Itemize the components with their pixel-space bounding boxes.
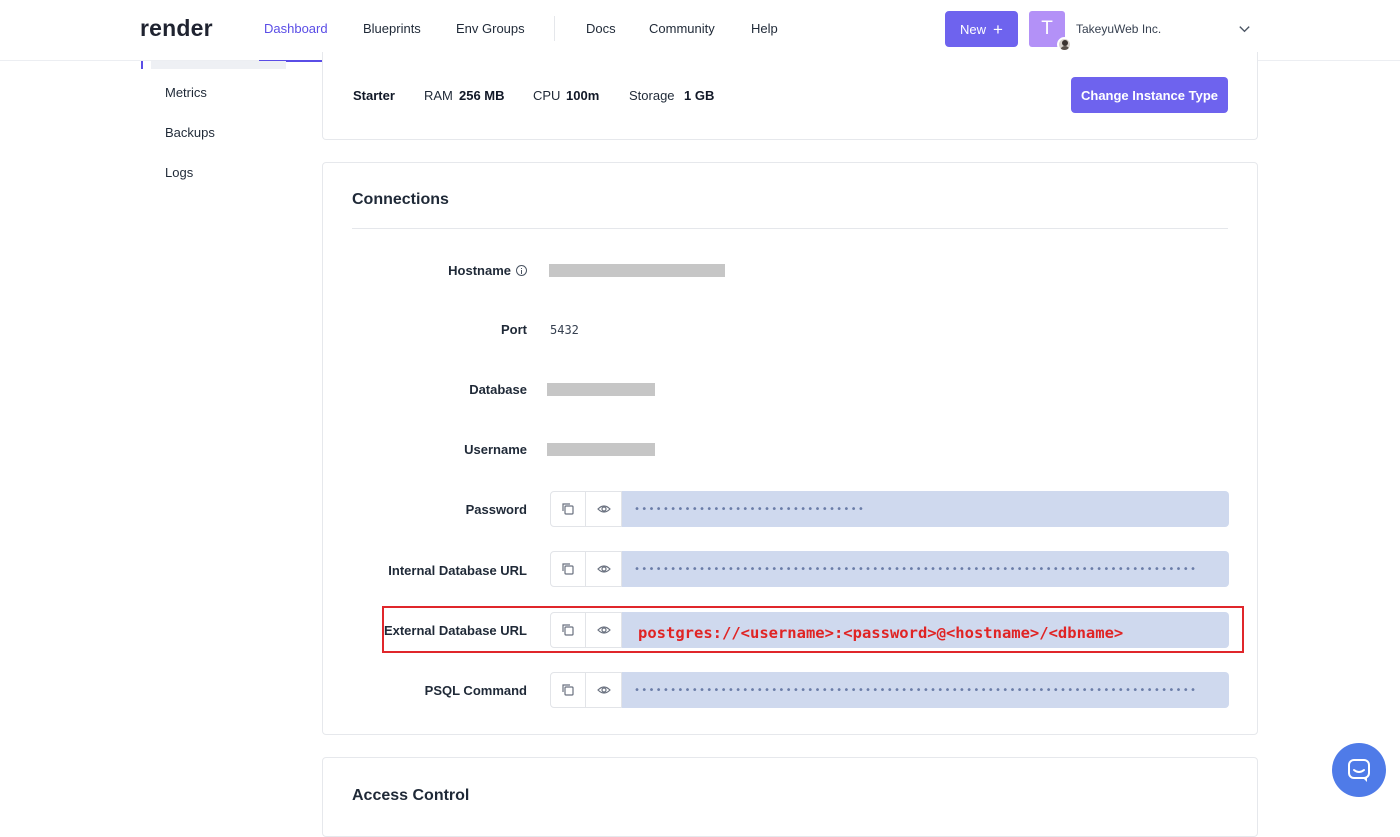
internal-url-label: Internal Database URL [388, 563, 527, 578]
nav-community[interactable]: Community [649, 21, 715, 36]
username-value-redacted [547, 443, 655, 456]
psql-command-masked-value[interactable]: ••••••••••••••••••••••••••••••••••••••••… [622, 672, 1229, 708]
nav-env-groups[interactable]: Env Groups [456, 21, 525, 36]
database-label: Database [469, 382, 527, 397]
reveal-button[interactable] [586, 491, 622, 527]
storage-label: Storage [629, 88, 675, 103]
copy-button[interactable] [550, 672, 586, 708]
cpu-label: CPU [533, 88, 561, 103]
database-value-redacted [547, 383, 655, 396]
hostname-value-redacted [549, 264, 725, 277]
eye-icon [596, 565, 611, 573]
ram-label: RAM [424, 88, 453, 103]
sidebar-active-indicator [141, 61, 143, 69]
internal-url-field: ••••••••••••••••••••••••••••••••••••••••… [550, 551, 1229, 587]
nav-help[interactable]: Help [751, 21, 778, 36]
password-field: •••••••••••••••••••••••••••••••• [550, 491, 1229, 527]
copy-button[interactable] [550, 491, 586, 527]
storage-value: 1 GB [684, 88, 715, 103]
password-masked-value[interactable]: •••••••••••••••••••••••••••••••• [622, 491, 1229, 527]
chat-icon [1348, 759, 1370, 782]
sidebar-item-backups[interactable]: Backups [165, 125, 215, 140]
copy-icon [562, 563, 574, 575]
eye-icon [596, 686, 611, 694]
chat-launcher-button[interactable] [1332, 743, 1386, 797]
plus-icon: + [993, 19, 1003, 39]
ram-value: 256 MB [459, 88, 505, 103]
workspace-name[interactable]: TakeyuWeb Inc. [1076, 22, 1161, 36]
new-button-label: New [960, 21, 987, 37]
new-button[interactable]: New + [945, 11, 1018, 47]
nav-dashboard[interactable]: Dashboard [264, 21, 328, 36]
cpu-value: 100m [566, 88, 600, 103]
reveal-button[interactable] [586, 672, 622, 708]
info-icon[interactable] [516, 265, 527, 276]
username-label: Username [464, 442, 527, 457]
internal-url-masked-value[interactable]: ••••••••••••••••••••••••••••••••••••••••… [622, 551, 1229, 587]
nav-docs[interactable]: Docs [586, 21, 616, 36]
password-label: Password [465, 502, 527, 517]
user-avatar[interactable] [1057, 37, 1072, 52]
copy-button[interactable] [550, 551, 586, 587]
instance-plan: Starter [353, 88, 395, 103]
connections-title: Connections [352, 191, 449, 208]
external-url-highlight-box [382, 606, 1244, 653]
hostname-label-text: Hostname [448, 263, 511, 278]
port-label: Port [501, 322, 527, 337]
eye-icon [596, 505, 611, 513]
chevron-down-icon[interactable] [1237, 21, 1252, 36]
instance-type-card: Starter RAM 256 MB CPU 100m Storage 1 GB… [322, 52, 1258, 140]
nav-blueprints[interactable]: Blueprints [363, 21, 421, 36]
section-divider [352, 228, 1228, 229]
psql-command-field: ••••••••••••••••••••••••••••••••••••••••… [550, 672, 1229, 708]
change-instance-type-button[interactable]: Change Instance Type [1071, 77, 1228, 113]
port-value: 5432 [550, 323, 579, 337]
reveal-button[interactable] [586, 551, 622, 587]
copy-icon [562, 503, 574, 515]
sidebar-selected-item[interactable] [151, 61, 286, 69]
copy-icon [562, 684, 574, 696]
render-logo[interactable]: render [140, 15, 213, 42]
sidebar-item-metrics[interactable]: Metrics [165, 85, 207, 100]
nav-divider [554, 16, 555, 41]
sidebar-item-logs[interactable]: Logs [165, 165, 193, 180]
psql-command-label: PSQL Command [424, 683, 527, 698]
access-control-card: Access Control [322, 757, 1258, 837]
hostname-label: Hostname [323, 263, 527, 278]
access-control-title: Access Control [352, 787, 470, 804]
